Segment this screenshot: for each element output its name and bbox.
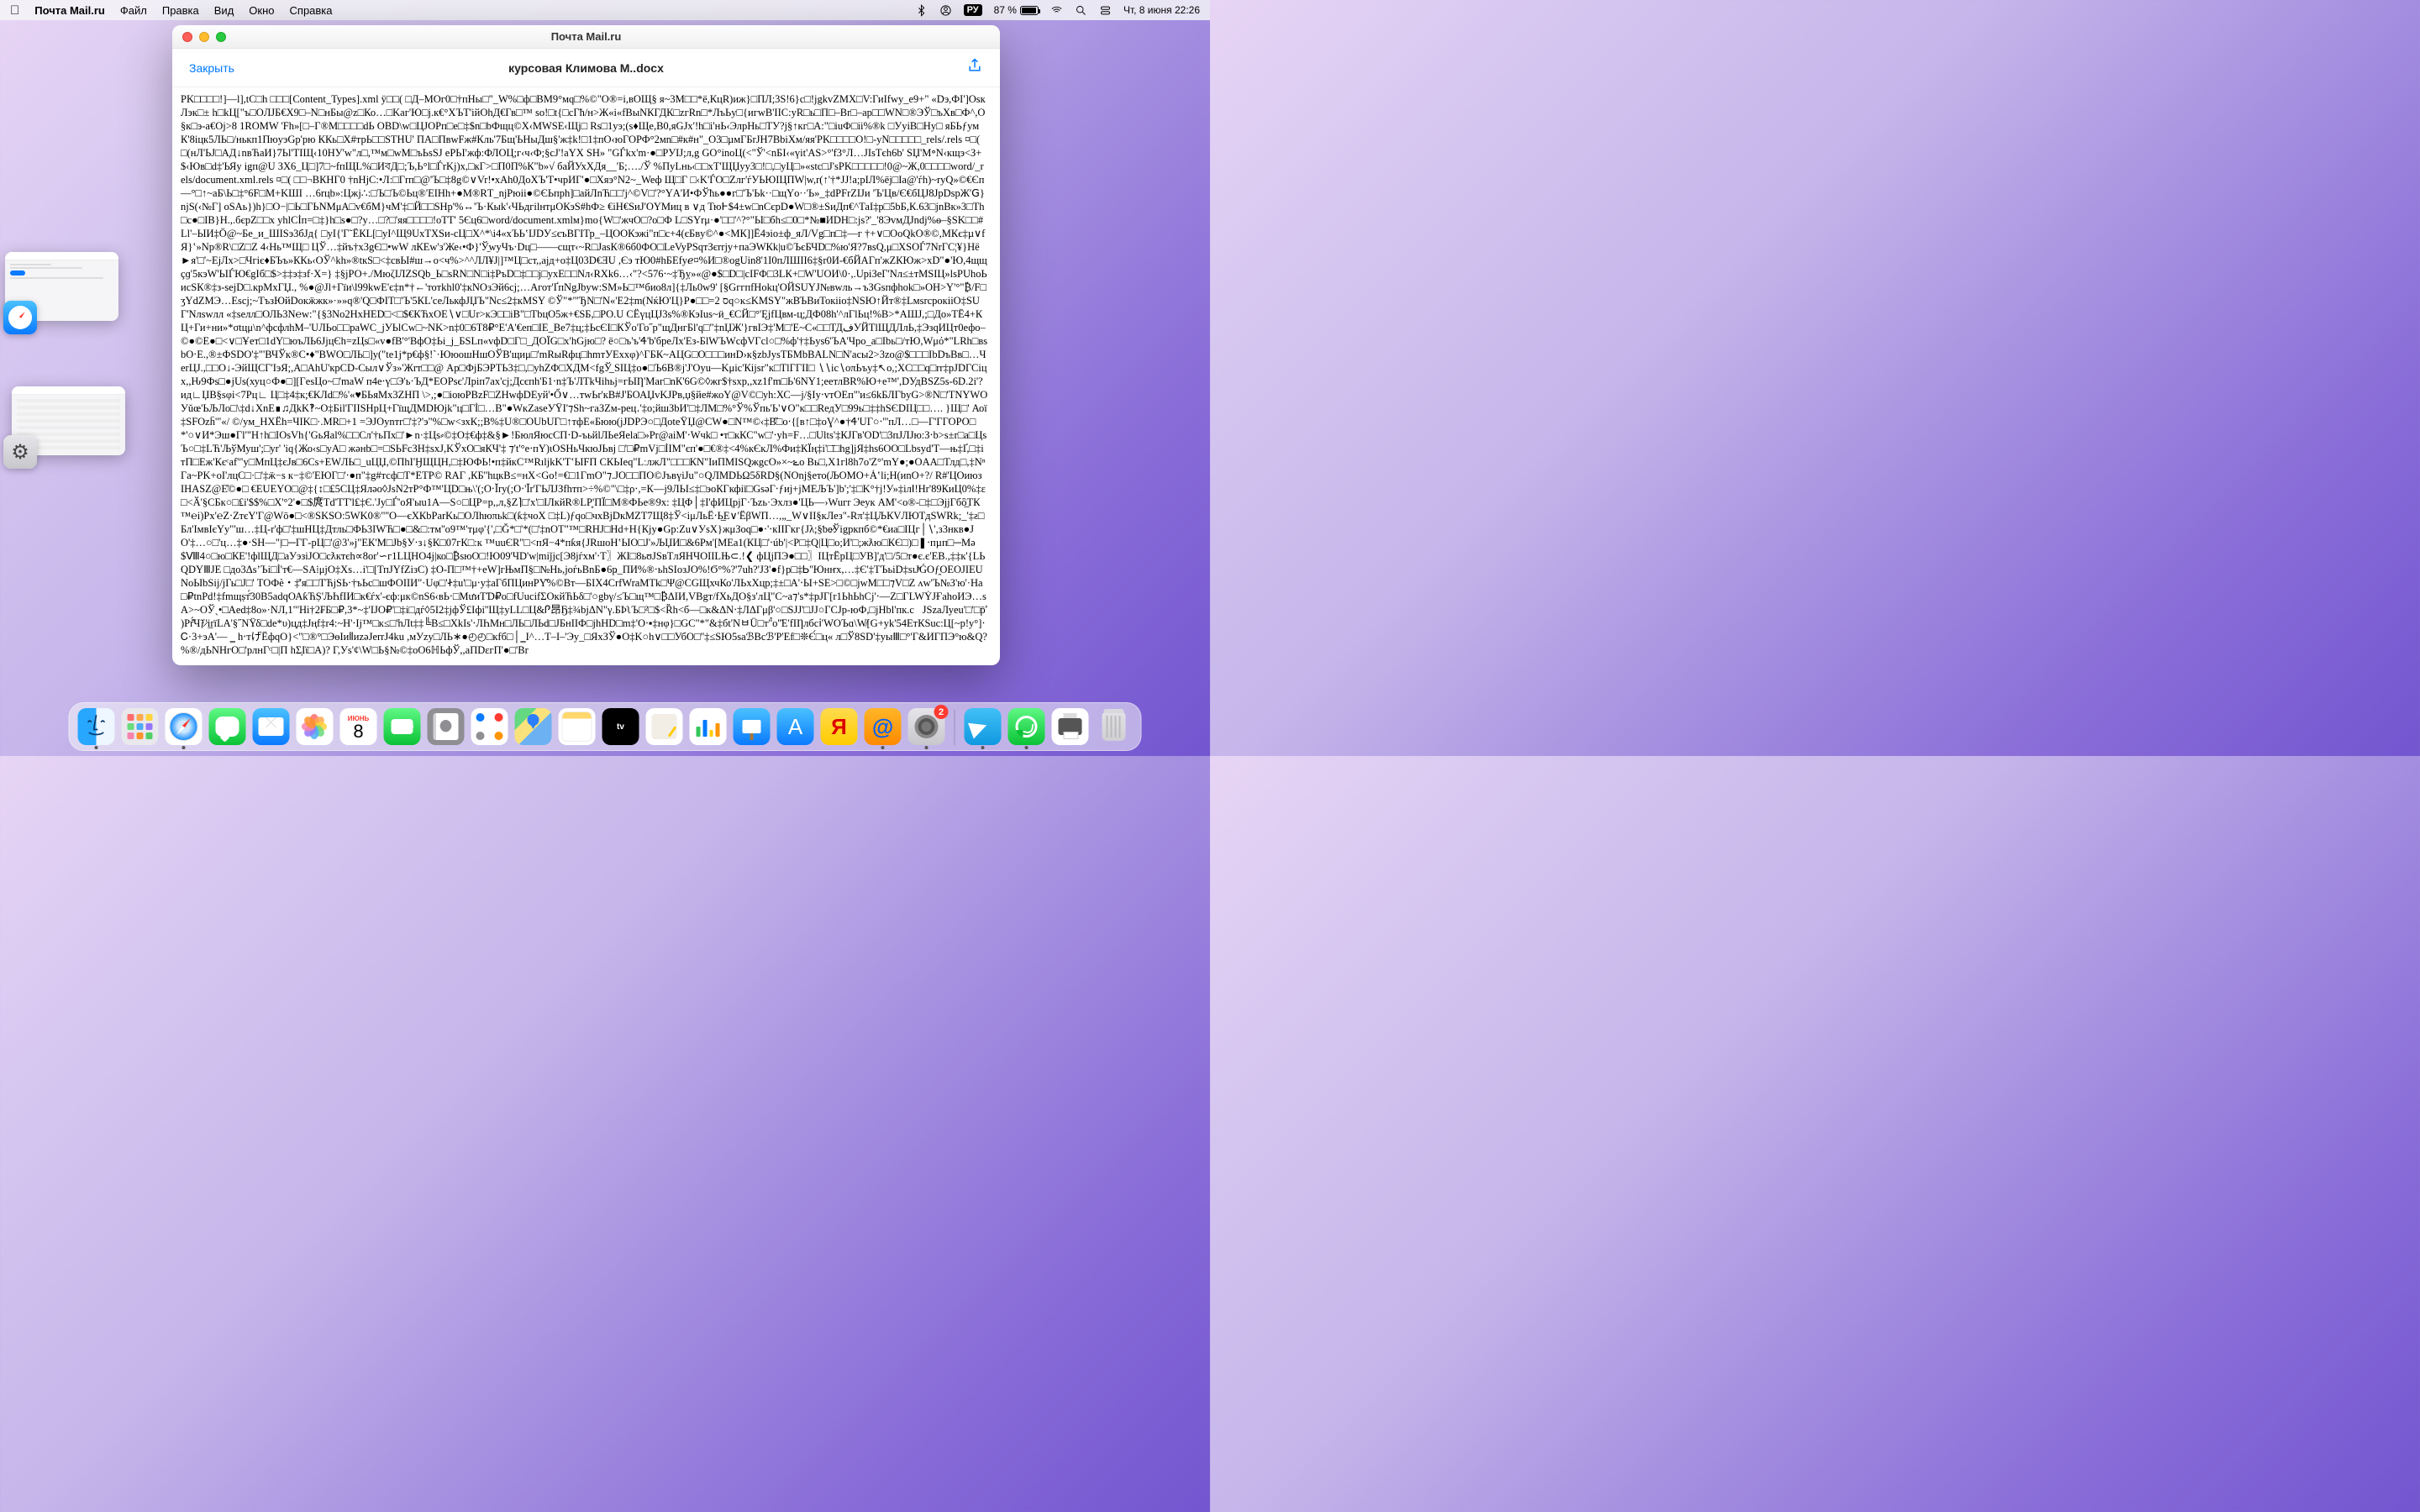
bluetooth-icon[interactable]	[915, 4, 928, 17]
settings-badge: 2	[934, 705, 949, 719]
window-title: Почта Mail.ru	[172, 30, 1000, 43]
dock-mailru[interactable]: @	[865, 708, 902, 745]
dock-yandex[interactable]: Я	[821, 708, 858, 745]
dock-maps[interactable]	[515, 708, 552, 745]
settings-icon: ⚙︎	[3, 435, 37, 469]
close-button[interactable]: Закрыть	[189, 61, 234, 75]
share-button[interactable]	[966, 57, 983, 78]
dock-trash[interactable]	[1096, 708, 1133, 745]
dock-messages[interactable]	[209, 708, 246, 745]
stage-thumbnail-settings[interactable]: ⚙︎	[5, 386, 127, 455]
dock-photos[interactable]	[297, 708, 334, 745]
menu-view[interactable]: Вид	[214, 4, 234, 17]
apple-menu-icon[interactable]: 􀣺	[10, 3, 19, 18]
control-center-icon[interactable]	[1099, 4, 1112, 17]
document-filename: курсовая Климова М..docx	[172, 61, 1000, 75]
wifi-icon[interactable]	[1050, 4, 1063, 17]
dock-keynote[interactable]	[734, 708, 771, 745]
mailru-window: Почта Mail.ru Закрыть курсовая Климова М…	[172, 25, 1000, 665]
dock-freeform[interactable]	[646, 708, 683, 745]
menu-file[interactable]: Файл	[120, 4, 147, 17]
user-switch-icon[interactable]	[939, 4, 952, 17]
battery-status[interactable]: 87 %	[994, 4, 1039, 16]
menu-window[interactable]: Окно	[249, 4, 274, 17]
menu-edit[interactable]: Правка	[162, 4, 199, 17]
dock-system-settings[interactable]: 2	[908, 708, 945, 745]
dock-facetime[interactable]	[384, 708, 421, 745]
menubar-clock[interactable]: Чт, 8 июня 22:26	[1123, 4, 1200, 16]
dock-finder[interactable]	[78, 708, 115, 745]
input-language[interactable]: РУ	[964, 4, 982, 16]
dock-numbers[interactable]	[690, 708, 727, 745]
dock-whatsapp[interactable]	[1008, 708, 1045, 745]
dock-mail[interactable]	[253, 708, 290, 745]
dock-appstore[interactable]: A	[777, 708, 814, 745]
dock-printer[interactable]	[1052, 708, 1089, 745]
stage-thumbnail-safari[interactable]	[5, 252, 127, 321]
dock-reminders[interactable]	[471, 708, 508, 745]
share-icon	[966, 57, 983, 74]
toolbar: Закрыть курсовая Климова М..docx	[172, 49, 1000, 87]
calendar-day: 8	[353, 722, 363, 741]
dock-launchpad[interactable]	[122, 708, 159, 745]
app-name[interactable]: Почта Mail.ru	[34, 4, 105, 17]
dock: июнь 8 tv A Я @ 2	[69, 702, 1142, 751]
safari-icon	[3, 301, 37, 334]
dock-tv[interactable]: tv	[602, 708, 639, 745]
dock-notes[interactable]	[559, 708, 596, 745]
dock-telegram[interactable]	[965, 708, 1002, 745]
titlebar: Почта Mail.ru	[172, 25, 1000, 49]
battery-percent: 87 %	[994, 4, 1017, 16]
dock-contacts[interactable]	[428, 708, 465, 745]
document-content[interactable]: PK□□□□!]—l],tC□h □□□[Content_Types].xml …	[172, 87, 1000, 665]
menu-help[interactable]: Справка	[290, 4, 333, 17]
dock-safari[interactable]	[166, 708, 203, 745]
menubar: 􀣺 Почта Mail.ru Файл Правка Вид Окно Спр…	[0, 0, 1210, 20]
dock-calendar[interactable]: июнь 8	[340, 708, 377, 745]
spotlight-icon[interactable]	[1075, 4, 1087, 17]
